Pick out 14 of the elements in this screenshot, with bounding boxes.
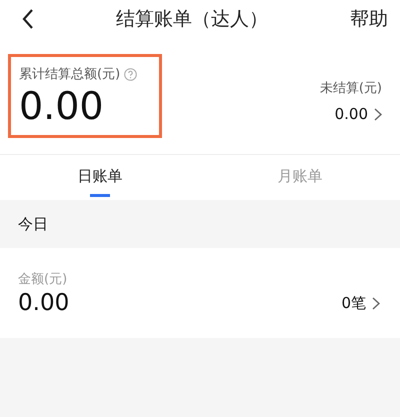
back-icon[interactable] — [22, 9, 34, 29]
total-amount: 0.00 — [19, 85, 105, 129]
page-title: 结算账单（达人） — [116, 7, 268, 32]
count-text: 0笔 — [341, 294, 366, 312]
amount-label: 金额(元) — [18, 271, 68, 288]
help-link[interactable]: 帮助 — [350, 6, 388, 32]
section-title: 今日 — [18, 214, 48, 234]
chevron-icon — [374, 108, 382, 120]
total-label: 累计结算总额(元) — [19, 66, 120, 84]
amount-card[interactable]: 金额(元) 0.00 0笔 — [0, 248, 400, 338]
unsettled-amount: 0.00 — [334, 105, 368, 123]
amount-value: 0.00 — [18, 290, 70, 316]
chevron-icon — [372, 296, 380, 310]
unsettled-label: 未结算(元) — [320, 80, 382, 97]
